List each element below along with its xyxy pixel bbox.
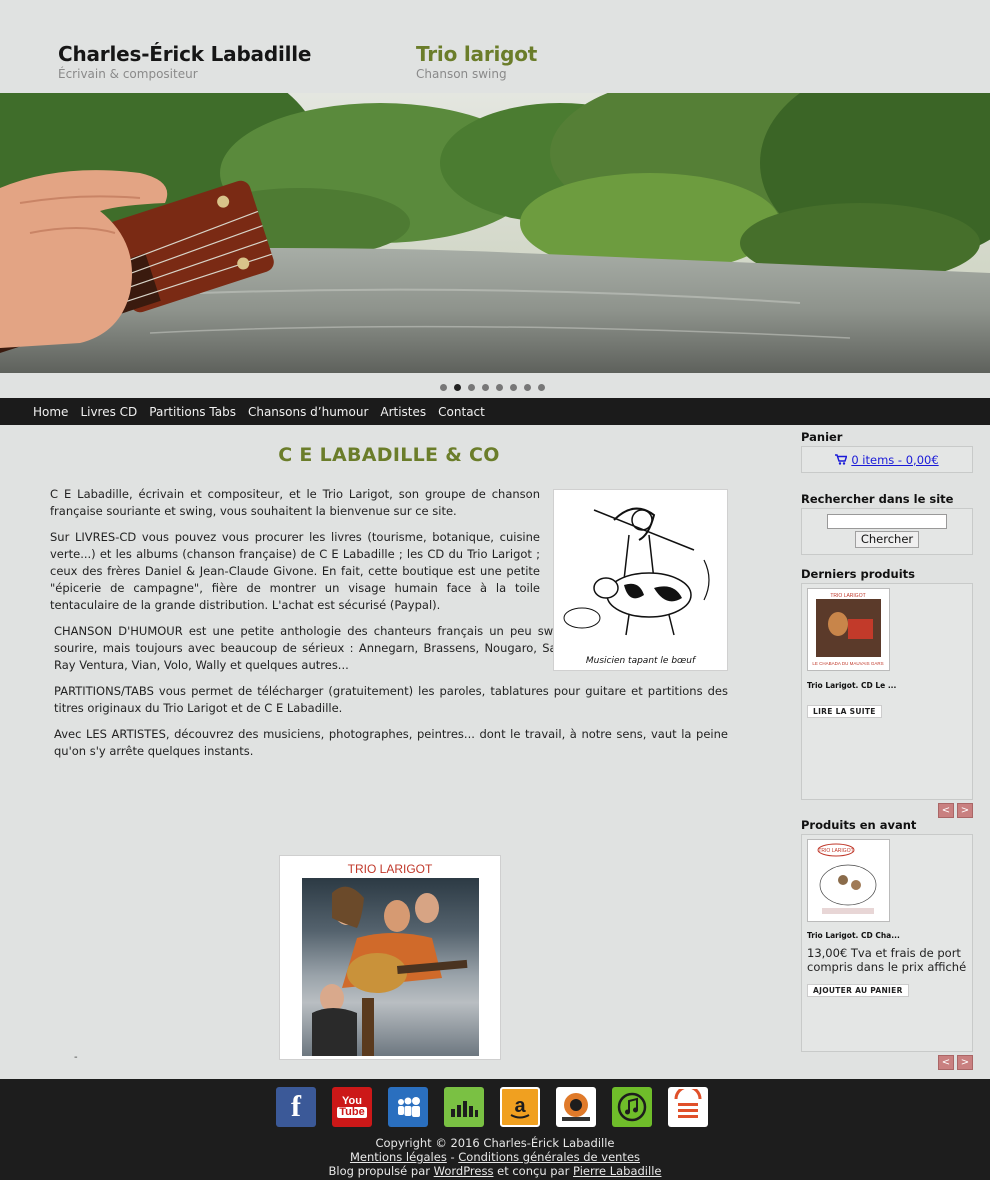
artistes-paragraph: Avec LES ARTISTES, découvrez des musicie… bbox=[54, 727, 728, 758]
svg-text:TRIO LARIGOT: TRIO LARIGOT bbox=[830, 593, 865, 599]
cgv-link[interactable]: Conditions générales de ventes bbox=[458, 1150, 640, 1164]
slider-dot[interactable] bbox=[440, 384, 447, 391]
featured-product-card: TRIO LARIGOT Trio Larigot. CD Cha... 13,… bbox=[801, 834, 973, 1052]
album-photo bbox=[302, 878, 479, 1056]
nav-chansons-humour[interactable]: Chansons d’humour bbox=[242, 405, 374, 419]
slider-dot[interactable] bbox=[454, 384, 461, 391]
nav-contact[interactable]: Contact bbox=[432, 405, 491, 419]
slider-dot[interactable] bbox=[496, 384, 503, 391]
footer-text: Copyright © 2016 Charles-Érick Labadille… bbox=[0, 1136, 990, 1178]
deezer-icon[interactable] bbox=[444, 1087, 484, 1127]
latest-prev-button[interactable]: < bbox=[938, 803, 954, 818]
copyright: Copyright © 2016 Charles-Érick Labadille bbox=[375, 1136, 615, 1150]
featured-product-name[interactable]: Trio Larigot. CD Cha... bbox=[807, 931, 900, 940]
band-photo bbox=[312, 886, 468, 1056]
designed-by: et conçu par bbox=[493, 1164, 574, 1178]
slider-dot[interactable] bbox=[482, 384, 489, 391]
footer-separator: - bbox=[446, 1150, 459, 1164]
nav-home[interactable]: Home bbox=[27, 405, 74, 419]
featured-prev-button[interactable]: < bbox=[938, 1055, 954, 1070]
featured-product-price: 13,00€ Tva et frais de port compris dans… bbox=[807, 946, 967, 974]
amazon-icon[interactable]: a bbox=[500, 1087, 540, 1127]
cartoon-image: Musicien tapant le bœuf bbox=[553, 489, 728, 671]
read-more-button[interactable]: LIRE LA SUITE bbox=[807, 705, 882, 718]
search-input[interactable] bbox=[827, 514, 947, 529]
powered-prefix: Blog propulsé par bbox=[328, 1164, 434, 1178]
site-header: Charles-Érick Labadille Écrivain & compo… bbox=[0, 0, 990, 93]
main-content: C E LABADILLE & CO C E Labadille, écriva… bbox=[50, 440, 728, 769]
site-title[interactable]: Charles-Érick Labadille bbox=[58, 42, 312, 66]
svg-text:LE CHABADA DU MAUVAIS GARS: LE CHABADA DU MAUVAIS GARS bbox=[812, 661, 883, 666]
latest-products-pager: < > bbox=[801, 803, 973, 818]
album-title: TRIO LARIGOT bbox=[347, 862, 433, 876]
latest-products-title: Derniers produits bbox=[801, 567, 915, 581]
trio-larigot-album-cover[interactable]: TRIO LARIGOT bbox=[279, 855, 501, 1060]
search-widget-title: Rechercher dans le site bbox=[801, 492, 954, 506]
cow-cartoon-drawing bbox=[563, 507, 710, 636]
cd-cover-chansons-humour: TRIO LARIGOT bbox=[808, 840, 889, 921]
cartoon-caption: Musicien tapant le bœuf bbox=[585, 656, 696, 666]
cart-widget-title: Panier bbox=[801, 430, 843, 444]
intro-paragraph: C E Labadille, écrivain et compositeur, … bbox=[50, 487, 540, 518]
cart-summary-link[interactable]: 0 items - 0,00€ bbox=[801, 446, 973, 473]
designer-link[interactable]: Pierre Labadille bbox=[573, 1164, 661, 1178]
itunes-icon[interactable] bbox=[612, 1087, 652, 1127]
search-form: Chercher bbox=[801, 508, 973, 555]
social-links: f You Tube a bbox=[276, 1087, 708, 1127]
legal-notice-link[interactable]: Mentions légales bbox=[350, 1150, 447, 1164]
svg-text:a: a bbox=[514, 1095, 526, 1117]
add-to-cart-button[interactable]: AJOUTER AU PANIER bbox=[807, 984, 909, 997]
brand-labadille[interactable]: Charles-Érick Labadille Écrivain & compo… bbox=[58, 42, 312, 81]
site-title-2[interactable]: Trio larigot bbox=[416, 42, 537, 66]
slider-dot[interactable] bbox=[468, 384, 475, 391]
latest-product-name[interactable]: Trio Larigot. CD Le ... bbox=[807, 681, 896, 690]
nav-artistes[interactable]: Artistes bbox=[374, 405, 432, 419]
slider-dot[interactable] bbox=[524, 384, 531, 391]
sidebar: Panier 0 items - 0,00€ Rechercher dans l… bbox=[801, 430, 973, 1074]
slider-dot[interactable] bbox=[510, 384, 517, 391]
myspace-icon[interactable] bbox=[388, 1087, 428, 1127]
main-navigation: Home Livres CD Partitions Tabs Chansons … bbox=[0, 398, 990, 425]
nav-livres-cd[interactable]: Livres CD bbox=[74, 405, 143, 419]
svg-text:TRIO LARIGOT: TRIO LARIGOT bbox=[818, 848, 853, 854]
facebook-icon[interactable]: f bbox=[276, 1087, 316, 1127]
youtube-icon[interactable]: You Tube bbox=[332, 1087, 372, 1127]
nav-partitions-tabs[interactable]: Partitions Tabs bbox=[143, 405, 242, 419]
site-tagline: Écrivain & compositeur bbox=[58, 67, 198, 81]
slider-dots bbox=[440, 384, 545, 391]
search-button[interactable]: Chercher bbox=[854, 531, 920, 548]
cart-summary[interactable]: 0 items - 0,00€ bbox=[851, 453, 938, 467]
site-tagline-2: Chanson swing bbox=[416, 67, 507, 81]
featured-products-pager: < > bbox=[801, 1055, 973, 1070]
cd-cover-chabada: TRIO LARIGOT LE CHABADA DU MAUVAIS GARS bbox=[808, 589, 889, 670]
page-title: C E LABADILLE & CO bbox=[278, 444, 500, 466]
featured-next-button[interactable]: > bbox=[957, 1055, 973, 1070]
partitions-paragraph: PARTITIONS/TABS vous permet de télécharg… bbox=[54, 684, 728, 715]
centre-chanson-icon[interactable] bbox=[668, 1087, 708, 1127]
hero-slider-image bbox=[0, 93, 990, 373]
wordpress-link[interactable]: WordPress bbox=[434, 1164, 494, 1178]
dansezvous-icon[interactable] bbox=[556, 1087, 596, 1127]
latest-product-thumbnail[interactable]: TRIO LARIGOT LE CHABADA DU MAUVAIS GARS bbox=[807, 588, 890, 671]
latest-next-button[interactable]: > bbox=[957, 803, 973, 818]
slider-dot[interactable] bbox=[538, 384, 545, 391]
shopping-cart-icon bbox=[835, 454, 848, 465]
featured-product-thumbnail[interactable]: TRIO LARIGOT bbox=[807, 839, 890, 922]
banner-landscape bbox=[0, 93, 990, 373]
latest-product-card: TRIO LARIGOT LE CHABADA DU MAUVAIS GARS … bbox=[801, 583, 973, 800]
livres-cd-paragraph: Sur LIVRES-CD vous pouvez vous procurer … bbox=[50, 530, 540, 612]
featured-products-title: Produits en avant bbox=[801, 818, 917, 832]
stray-dash: - bbox=[74, 1052, 78, 1063]
site-footer: f You Tube a Copyright © 2016 Charles-Éri… bbox=[0, 1079, 990, 1180]
brand-trio-larigot[interactable]: Trio larigot Chanson swing bbox=[416, 42, 537, 81]
